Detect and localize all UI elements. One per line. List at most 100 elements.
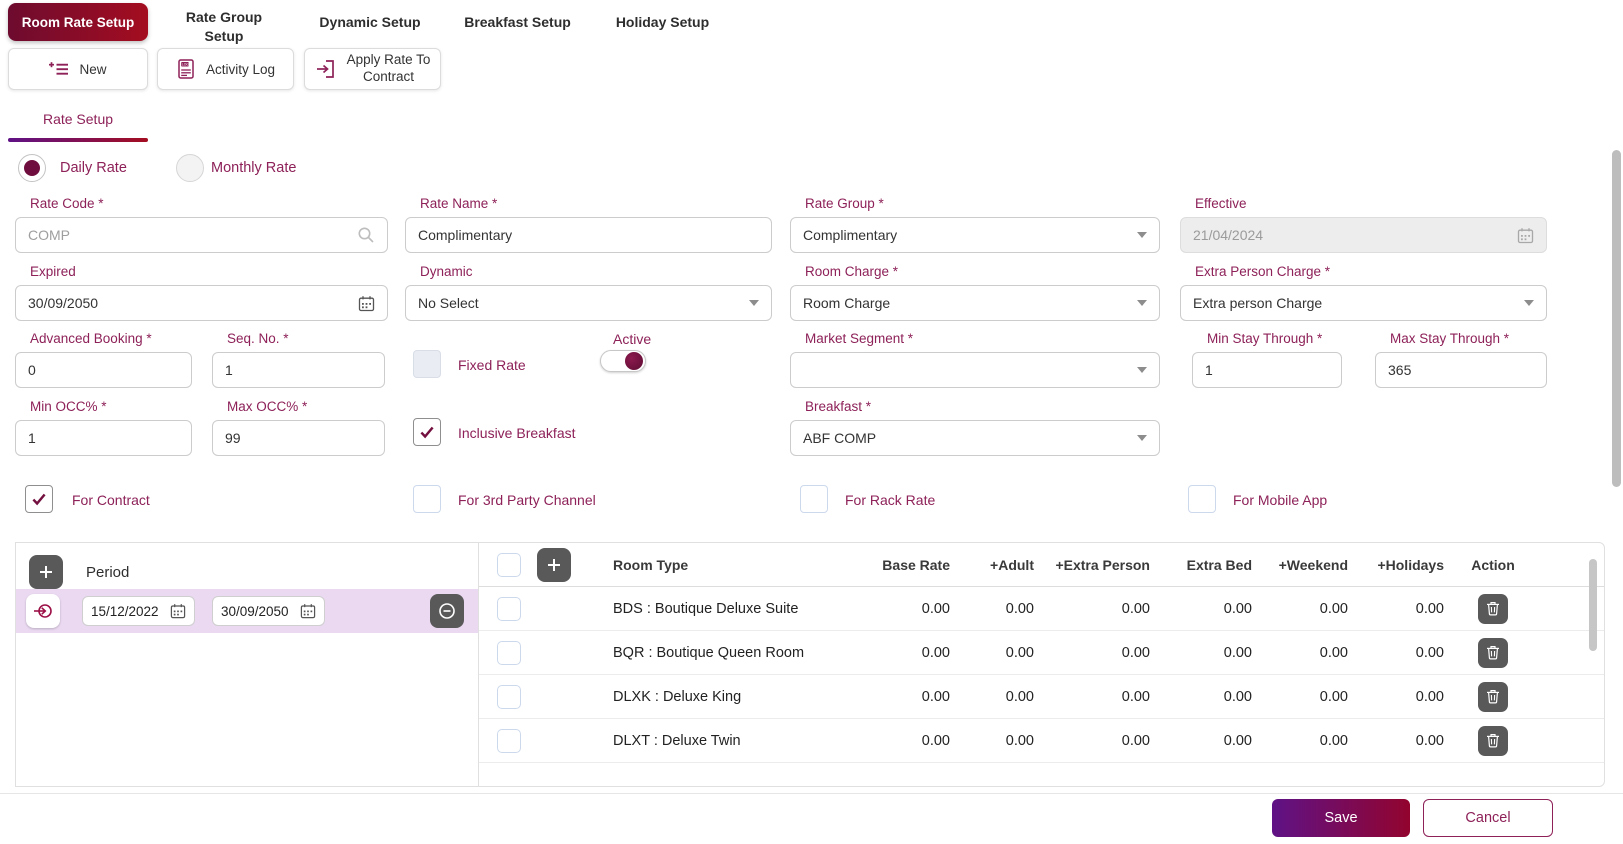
tab-rate-setup[interactable]: Rate Setup [8, 111, 148, 127]
rate-group-select[interactable]: Complimentary [790, 217, 1160, 253]
search-icon[interactable] [357, 226, 375, 244]
for-rack-rate-checkbox[interactable] [800, 485, 828, 513]
extra-person-cell[interactable]: 0.00 [1044, 645, 1160, 661]
breakfast-select[interactable]: ABF COMP [790, 420, 1160, 456]
column-extra-bed: Extra Bed [1160, 557, 1262, 573]
base-rate-cell[interactable]: 0.00 [864, 689, 960, 705]
calendar-icon[interactable] [358, 295, 375, 312]
min-stay-through-label: Min Stay Through * [1207, 331, 1342, 346]
rate-code-input[interactable]: COMP [15, 217, 388, 253]
weekend-cell[interactable]: 0.00 [1262, 645, 1358, 661]
chevron-down-icon [1137, 435, 1147, 441]
table-scrollbar[interactable] [1589, 559, 1597, 651]
weekend-cell[interactable]: 0.00 [1262, 733, 1358, 749]
min-occ-input[interactable]: 1 [15, 420, 192, 456]
delete-row-button[interactable] [1478, 682, 1508, 712]
apply-period-button[interactable] [26, 594, 60, 628]
tab-holiday-setup[interactable]: Holiday Setup [595, 14, 730, 30]
column-holidays: +Holidays [1358, 557, 1454, 573]
tab-room-rate-setup[interactable]: Room Rate Setup [8, 3, 148, 41]
chevron-down-icon [749, 300, 759, 306]
rate-setup-tab-underline [8, 138, 148, 142]
base-rate-cell[interactable]: 0.00 [864, 645, 960, 661]
for-mobile-app-label: For Mobile App [1233, 492, 1327, 508]
holidays-cell[interactable]: 0.00 [1358, 601, 1454, 617]
base-rate-cell[interactable]: 0.00 [864, 733, 960, 749]
weekend-cell[interactable]: 0.00 [1262, 689, 1358, 705]
activity-log-icon: LOG [176, 58, 196, 80]
advanced-booking-input[interactable]: 0 [15, 352, 192, 388]
extra-person-cell[interactable]: 0.00 [1044, 689, 1160, 705]
period-start-date-input[interactable]: 15/12/2022 [82, 596, 195, 626]
tab-dynamic-setup[interactable]: Dynamic Setup [300, 14, 440, 30]
add-room-type-button[interactable] [537, 548, 571, 582]
room-charge-select[interactable]: Room Charge [790, 285, 1160, 321]
extra-bed-cell[interactable]: 0.00 [1160, 601, 1262, 617]
inclusive-breakfast-checkbox[interactable] [413, 418, 441, 446]
cancel-button[interactable]: Cancel [1423, 799, 1553, 837]
room-type-cell: BDS : Boutique Deluxe Suite [593, 601, 864, 617]
adult-cell[interactable]: 0.00 [960, 733, 1044, 749]
page-scrollbar[interactable] [1612, 150, 1621, 487]
delete-row-button[interactable] [1478, 726, 1508, 756]
row-checkbox[interactable] [497, 641, 521, 665]
calendar-icon [1517, 227, 1534, 244]
max-stay-through-input[interactable]: 365 [1375, 352, 1547, 388]
activity-log-label: Activity Log [206, 62, 275, 77]
fixed-rate-checkbox[interactable] [413, 350, 441, 378]
adult-cell[interactable]: 0.00 [960, 645, 1044, 661]
table-row: DLXK : Deluxe King 0.00 0.00 0.00 0.00 0… [479, 675, 1604, 719]
extra-bed-cell[interactable]: 0.00 [1160, 733, 1262, 749]
new-button[interactable]: New [8, 48, 148, 90]
tab-breakfast-setup[interactable]: Breakfast Setup [450, 14, 585, 30]
active-label: Active [613, 331, 651, 347]
extra-bed-cell[interactable]: 0.00 [1160, 689, 1262, 705]
rate-group-label: Rate Group * [805, 196, 1160, 211]
holidays-cell[interactable]: 0.00 [1358, 733, 1454, 749]
weekend-cell[interactable]: 0.00 [1262, 601, 1358, 617]
rate-name-input[interactable]: Complimentary [405, 217, 772, 253]
daily-rate-radio[interactable] [18, 154, 46, 182]
max-occ-input[interactable]: 99 [212, 420, 385, 456]
column-base-rate: Base Rate [864, 557, 960, 573]
new-list-icon [49, 60, 69, 78]
remove-period-button[interactable] [430, 594, 464, 628]
extra-person-charge-select[interactable]: Extra person Charge [1180, 285, 1547, 321]
base-rate-cell[interactable]: 0.00 [864, 601, 960, 617]
adult-cell[interactable]: 0.00 [960, 601, 1044, 617]
minus-circle-icon [438, 602, 456, 620]
active-toggle[interactable] [600, 350, 646, 372]
min-stay-through-input[interactable]: 1 [1192, 352, 1342, 388]
for-contract-checkbox[interactable] [25, 485, 53, 513]
column-extra-person: +Extra Person [1044, 557, 1160, 573]
for-3rd-party-channel-checkbox[interactable] [413, 485, 441, 513]
extra-bed-cell[interactable]: 0.00 [1160, 645, 1262, 661]
activity-log-button[interactable]: LOG Activity Log [157, 48, 294, 90]
holidays-cell[interactable]: 0.00 [1358, 689, 1454, 705]
tab-rate-group-setup[interactable]: Rate Group Setup [169, 8, 279, 46]
dynamic-select[interactable]: No Select [405, 285, 772, 321]
row-checkbox[interactable] [497, 685, 521, 709]
extra-person-cell[interactable]: 0.00 [1044, 733, 1160, 749]
select-all-checkbox[interactable] [497, 553, 521, 577]
extra-person-cell[interactable]: 0.00 [1044, 601, 1160, 617]
apply-rate-to-contract-button[interactable]: Apply Rate To Contract [304, 48, 441, 90]
trash-icon [1486, 645, 1500, 660]
holidays-cell[interactable]: 0.00 [1358, 645, 1454, 661]
market-segment-select[interactable] [790, 352, 1160, 388]
calendar-icon[interactable] [300, 603, 316, 619]
save-button[interactable]: Save [1272, 799, 1410, 837]
calendar-icon[interactable] [170, 603, 186, 619]
for-mobile-app-checkbox[interactable] [1188, 485, 1216, 513]
adult-cell[interactable]: 0.00 [960, 689, 1044, 705]
row-checkbox[interactable] [497, 597, 521, 621]
row-checkbox[interactable] [497, 729, 521, 753]
delete-row-button[interactable] [1478, 594, 1508, 624]
rate-name-label: Rate Name * [420, 196, 772, 211]
monthly-rate-radio[interactable] [176, 154, 204, 182]
period-end-date-input[interactable]: 30/09/2050 [212, 596, 325, 626]
delete-row-button[interactable] [1478, 638, 1508, 668]
expired-date-input[interactable]: 30/09/2050 [15, 285, 388, 321]
seq-no-input[interactable]: 1 [212, 352, 385, 388]
add-period-button[interactable] [29, 555, 63, 589]
